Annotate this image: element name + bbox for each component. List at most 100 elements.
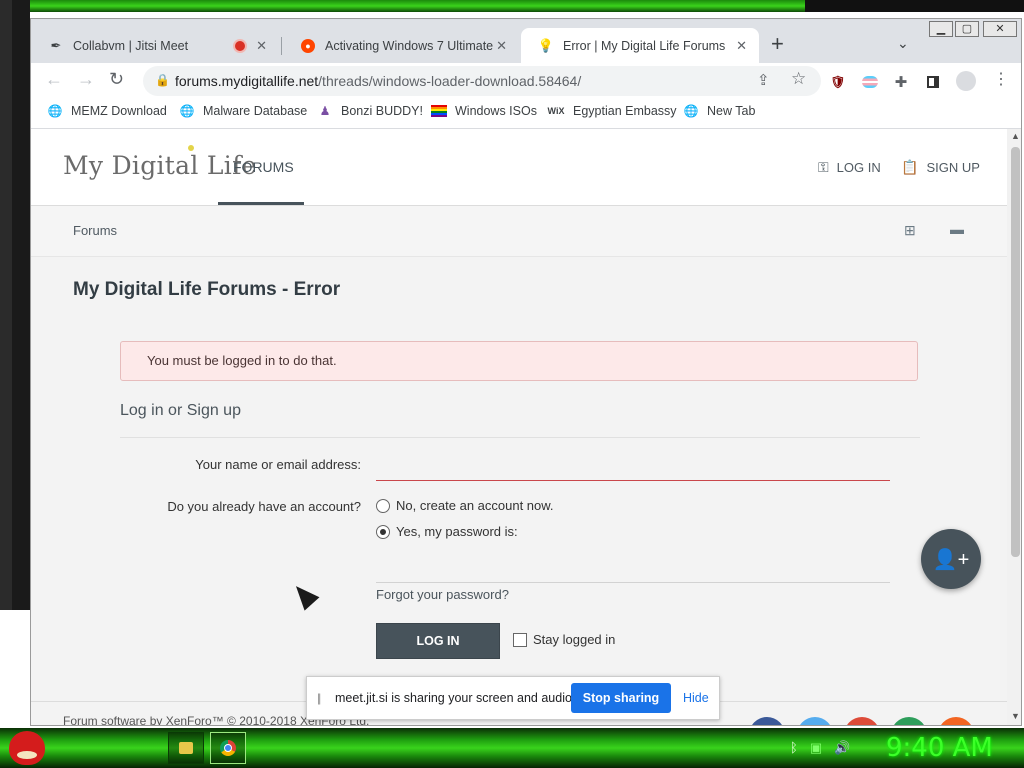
taskbar-chrome[interactable] (210, 732, 246, 764)
close-window-button[interactable]: ✕ (983, 21, 1017, 37)
scrollbar-thumb[interactable] (1011, 147, 1020, 557)
bluetooth-icon[interactable]: ᛒ (790, 740, 798, 756)
header-signup-link[interactable]: 📋 SIGN UP (901, 159, 980, 176)
page-title: My Digital Life Forums - Error (73, 279, 341, 300)
add-contact-button[interactable]: 👤+ (921, 529, 981, 589)
radio-has-account[interactable]: Yes, my password is: (376, 524, 518, 539)
start-button[interactable] (6, 728, 48, 768)
network-icon[interactable]: ▣ (810, 740, 822, 756)
checkbox[interactable] (513, 632, 527, 647)
taskbar-clock[interactable]: 9:40 AM (886, 733, 993, 763)
error-message: You must be logged in to do that. (147, 353, 337, 368)
username-label: Your name or email address: (195, 457, 361, 472)
tab-title: Error | My Digital Life Forums (563, 38, 726, 53)
account-question-label: Do you already have an account? (167, 499, 361, 514)
share-icon[interactable]: ⇪ (757, 71, 770, 89)
background-window-edge (0, 0, 30, 610)
bookmark-bonzi[interactable]: ♟ Bonzi BUDDY! (317, 103, 423, 119)
tab-reddit[interactable]: ● Activating Windows 7 Ultimate 6 ✕ (283, 28, 519, 63)
radio-no-account[interactable]: No, create an account now. (376, 498, 554, 513)
back-arrow-icon[interactable]: ← (45, 69, 63, 90)
scroll-down-icon[interactable]: ▼ (1011, 711, 1020, 721)
scroll-up-icon[interactable]: ▲ (1011, 131, 1020, 141)
chat-bubble-icon[interactable]: ▬ (950, 221, 964, 237)
login-button[interactable]: LOG IN (376, 623, 500, 659)
url-text[interactable]: forums.mydigitallife.net/threads/windows… (175, 73, 581, 89)
reload-icon[interactable]: ↻ (109, 69, 124, 90)
close-icon[interactable]: ✕ (736, 38, 747, 54)
profile-avatar-icon[interactable] (956, 71, 976, 91)
radio-button-selected[interactable] (376, 524, 390, 539)
key-icon: ⚿ (818, 159, 829, 175)
bookmark-memz[interactable]: 🌐 MEMZ Download (47, 103, 167, 119)
tab-title: Activating Windows 7 Ultimate 6 (325, 38, 497, 53)
lock-icon: 🔒 (155, 73, 170, 87)
main-content: My Digital Life Forums - Error You must … (31, 257, 1007, 725)
address-bar[interactable]: 🔒 forums.mydigitallife.net/threads/windo… (143, 66, 821, 96)
tab-title: Collabvm | Jitsi Meet (73, 38, 189, 53)
page-scrollbar[interactable]: ▲ ▼ (1007, 129, 1021, 725)
background-dark-strip (805, 0, 1024, 12)
background-window-frame (30, 0, 805, 12)
bookmarks-bar: 🌐 MEMZ Download 🌐 Malware Database ♟ Bonzi … (31, 99, 1021, 129)
globe-icon: 🌐 (683, 104, 699, 118)
reddit-icon: ● (301, 38, 315, 53)
feather-icon: ✒ (50, 37, 62, 53)
browser-toolbar: ← → ↻ 🔒 forums.mydigitallife.net/threads… (31, 63, 1021, 99)
recording-icon (233, 38, 247, 53)
bookmark-windows-isos[interactable]: Windows ISOs (431, 103, 537, 119)
bulb-icon: 💡 (537, 37, 555, 53)
breadcrumb-bar: Forums ⊞ ▬ (31, 206, 1007, 257)
stay-logged-in-checkbox[interactable]: Stay logged in (513, 632, 615, 647)
person-add-icon: 👤+ (932, 548, 970, 571)
ublock-origin-icon[interactable]: 🛡 (830, 74, 846, 90)
breadcrumb[interactable]: Forums (73, 223, 117, 238)
new-tab-button[interactable]: + (771, 33, 784, 55)
chrome-window: ✒ Collabvm | Jitsi Meet ✕ ● Activating W… (30, 18, 1022, 726)
nav-tab-forums[interactable]: FORUMS (218, 129, 304, 205)
side-panel-icon[interactable] (925, 74, 941, 90)
tab-mydigitallife[interactable]: 💡 Error | My Digital Life Forums ✕ (521, 28, 759, 63)
forgot-password-link[interactable]: Forgot your password? (376, 587, 509, 602)
system-tray: ᛒ ▣ 🔊 (790, 740, 850, 756)
taskbar: ᛒ ▣ 🔊 9:40 AM (0, 728, 1024, 768)
sitemap-icon[interactable]: ⊞ (904, 222, 916, 239)
trans-flag-extension-icon[interactable] (862, 74, 878, 90)
hide-button[interactable]: Hide (683, 691, 709, 705)
maximize-button[interactable]: ▢ (955, 21, 979, 37)
menu-dots-icon[interactable]: ⋮ (993, 69, 1009, 89)
close-icon[interactable]: ✕ (496, 38, 507, 54)
tab-strip: ✒ Collabvm | Jitsi Meet ✕ ● Activating W… (31, 19, 1021, 63)
drag-handle-icon[interactable]: || (317, 691, 321, 705)
radio-button[interactable] (376, 498, 390, 513)
password-input[interactable] (376, 553, 890, 583)
star-icon[interactable]: ☆ (791, 69, 806, 89)
minimize-button[interactable]: ▁ (929, 21, 953, 37)
stop-sharing-button[interactable]: Stop sharing (571, 683, 671, 713)
divider (120, 437, 920, 438)
volume-icon[interactable]: 🔊 (834, 740, 850, 756)
forward-arrow-icon[interactable]: → (77, 69, 95, 90)
taskbar-explorer[interactable] (168, 732, 204, 764)
globe-icon: 🌐 (179, 104, 195, 118)
bookmark-malware-database[interactable]: 🌐 Malware Database (179, 103, 308, 119)
globe-icon: 🌐 (47, 104, 63, 118)
chrome-icon (220, 740, 236, 756)
username-input[interactable] (376, 451, 890, 481)
bookmark-egyptian-embassy[interactable]: WiX Egyptian Embassy (547, 103, 677, 119)
folder-icon (179, 742, 193, 754)
close-icon[interactable]: ✕ (256, 38, 267, 54)
wix-icon: WiX (547, 106, 565, 116)
bonzi-icon: ♟ (319, 104, 331, 118)
web-page: My Digital Life FORUMS ⚿ LOG IN 📋 SIGN UP … (31, 129, 1007, 725)
clipboard-icon: 📋 (901, 159, 919, 175)
bookmark-new-tab[interactable]: 🌐 New Tab (683, 103, 756, 119)
login-heading: Log in or Sign up (120, 402, 241, 419)
rainbow-flag-icon (431, 103, 447, 119)
header-login-link[interactable]: ⚿ LOG IN (818, 159, 881, 176)
tab-jitsi[interactable]: ✒ Collabvm | Jitsi Meet ✕ (31, 28, 279, 63)
logo-bulb-icon (188, 145, 194, 151)
extensions-puzzle-icon[interactable]: ✚ (893, 74, 909, 91)
chevron-down-icon[interactable]: ⌄ (897, 35, 909, 52)
screen-share-bar: || meet.jit.si is sharing your screen an… (306, 676, 720, 720)
